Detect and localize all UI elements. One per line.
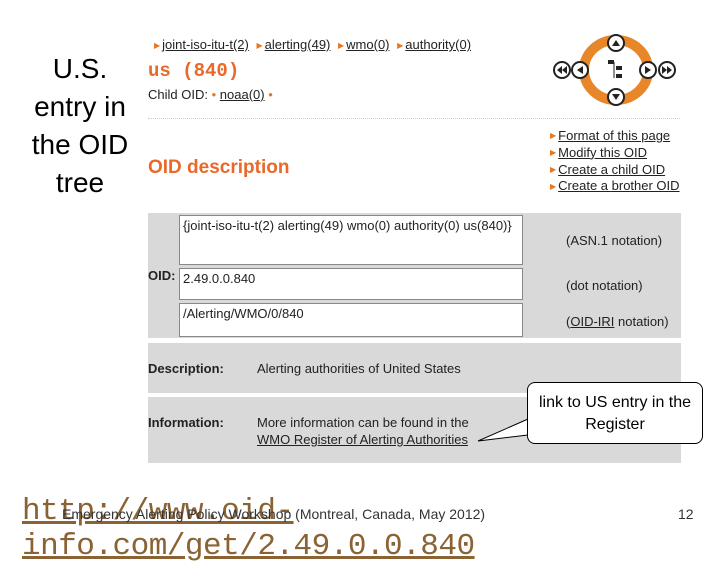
create-child-link[interactable]: Create a child OID — [558, 162, 665, 177]
asn1-field[interactable]: {joint-iso-itu-t(2) alerting(49) wmo(0) … — [179, 215, 523, 265]
wmo-register-link[interactable]: WMO Register of Alerting Authorities — [257, 432, 468, 447]
divider — [148, 118, 680, 119]
create-brother-link[interactable]: Create a brother OID — [558, 178, 679, 193]
tree-navigation-widget — [553, 34, 676, 106]
dot-note: (dot notation) — [566, 278, 643, 293]
breadcrumb: ▶ joint-iso-itu-t(2) ▶ alerting(49) ▶ wmo(0… — [154, 37, 472, 52]
information-text: More information can be found in the — [257, 415, 469, 430]
description-value: Alerting authorities of United States — [257, 361, 461, 376]
footer-text: Emergency Alerting Policy Workshop (Mont… — [62, 506, 486, 522]
oid-label: OID: — [148, 268, 176, 283]
breadcrumb-item[interactable]: authority(0) — [405, 37, 471, 52]
up-arrow-icon[interactable] — [607, 34, 625, 52]
oid-url-link[interactable]: http://www.oid-info.com/get/2.49.0.0.840 — [22, 494, 720, 564]
slide-side-title: U.S. entry in the OID tree — [31, 53, 129, 198]
asn1-note: (ASN.1 notation) — [566, 233, 663, 248]
callout: link to US entry in the Register — [527, 382, 703, 444]
information-label: Information: — [148, 415, 224, 430]
next-icon[interactable] — [639, 61, 657, 79]
breadcrumb-item[interactable]: alerting(49) — [265, 37, 331, 52]
breadcrumb-item[interactable]: joint-iso-itu-t(2) — [162, 37, 249, 52]
description-label: Description: — [148, 361, 224, 376]
format-link[interactable]: Format of this page — [558, 128, 670, 143]
action-links: ▶ Format of this page ▶ Modify this OID ▶ C… — [550, 128, 680, 194]
iri-note: (OID-IRI notation) — [566, 314, 669, 329]
previous-icon[interactable] — [571, 61, 589, 79]
modify-link[interactable]: Modify this OID — [558, 145, 647, 160]
breadcrumb-item[interactable]: wmo(0) — [346, 37, 389, 52]
down-arrow-icon[interactable] — [607, 88, 625, 106]
first-icon[interactable] — [553, 61, 571, 79]
section-heading: OID description — [148, 157, 290, 178]
child-link[interactable]: noaa(0) — [220, 87, 265, 102]
dot-field[interactable]: 2.49.0.0.840 — [179, 268, 523, 300]
oid-iri-link[interactable]: OID-IRI — [570, 314, 614, 329]
iri-field[interactable]: /Alerting/WMO/0/840 — [179, 303, 523, 337]
callout-pointer — [477, 418, 529, 442]
child-oid: Child OID: • noaa(0) • — [148, 87, 273, 102]
page-number: 12 — [678, 506, 694, 522]
iri-note-text: notation) — [614, 314, 669, 329]
last-icon[interactable] — [658, 61, 676, 79]
tree-icon — [608, 60, 622, 78]
oid-title: us (840) — [148, 60, 240, 82]
child-label: Child OID: — [148, 87, 208, 102]
